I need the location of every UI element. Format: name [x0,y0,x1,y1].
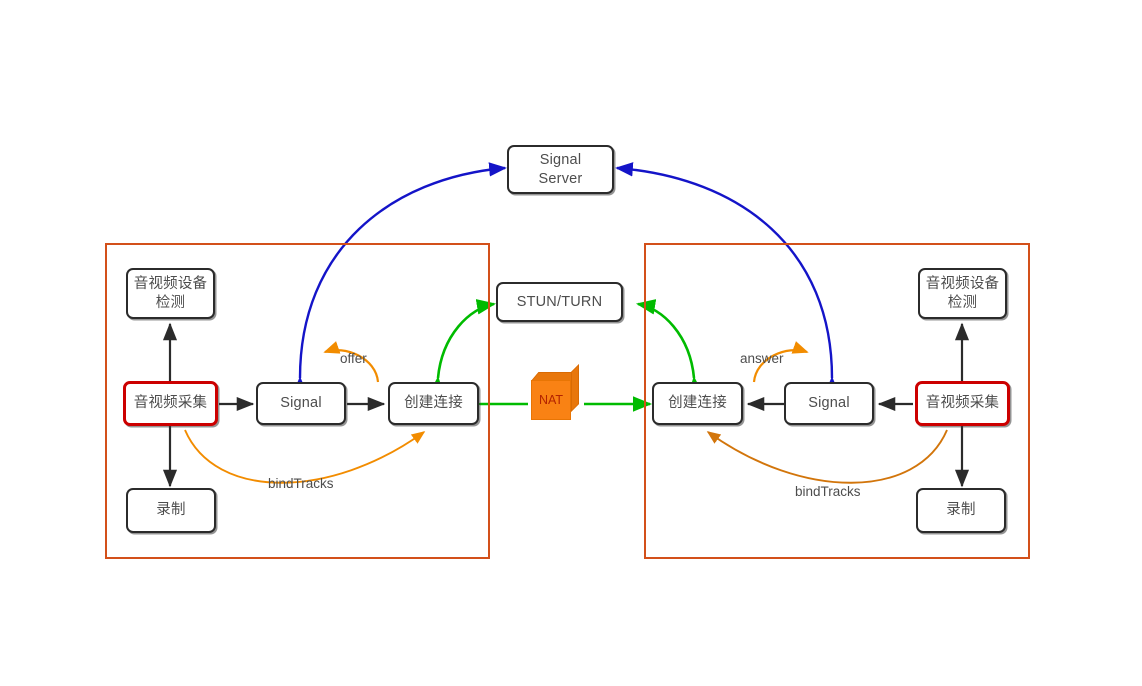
right-signal-label: Signal [808,395,850,412]
signal-server-node[interactable]: Signal Server [507,145,614,194]
stun-turn-label: STUN/TURN [516,293,603,310]
nat-side-face [571,364,579,412]
right-device-check-label: 音视频设备 检测 [925,276,1000,311]
signal-server-label: Signal Server [538,152,583,187]
left-device-check-label: 音视频设备 检测 [133,276,208,311]
left-capture-node[interactable]: 音视频采集 [123,381,218,426]
stun-turn-node[interactable]: STUN/TURN [496,282,623,322]
left-record-node[interactable]: 录制 [126,488,216,533]
right-record-label: 录制 [946,502,976,519]
nat-node[interactable]: NAT [531,364,579,420]
left-bindtracks-label: bindTracks [268,476,334,491]
right-create-connection-label: 创建连接 [668,395,727,412]
nat-label: NAT [538,393,564,407]
left-offer-label: offer [340,351,367,366]
left-device-check-node[interactable]: 音视频设备 检测 [126,268,215,319]
left-create-connection-node[interactable]: 创建连接 [388,382,479,425]
left-create-connection-label: 创建连接 [404,395,463,412]
right-signal-node[interactable]: Signal [784,382,874,425]
nat-front-face: NAT [531,380,571,420]
right-bindtracks-label: bindTracks [795,484,861,499]
left-signal-node[interactable]: Signal [256,382,346,425]
right-record-node[interactable]: 录制 [916,488,1006,533]
left-record-label: 录制 [156,502,186,519]
right-create-connection-node[interactable]: 创建连接 [652,382,743,425]
left-capture-label: 音视频采集 [133,395,208,412]
diagram-canvas: Signal Server STUN/TURN NAT 音视频设备 检测 音视频… [0,0,1142,686]
right-answer-label: answer [740,351,784,366]
right-capture-label: 音视频采集 [925,395,1000,412]
left-signal-label: Signal [280,395,322,412]
right-device-check-node[interactable]: 音视频设备 检测 [918,268,1007,319]
right-capture-node[interactable]: 音视频采集 [915,381,1010,426]
